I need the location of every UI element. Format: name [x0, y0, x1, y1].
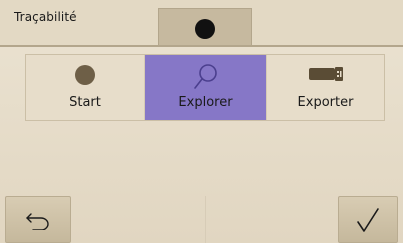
record-button[interactable] [158, 8, 252, 46]
tab-exporter[interactable]: Exporter [266, 55, 384, 120]
checkmark-icon [356, 207, 380, 233]
header-divider [0, 45, 403, 47]
usb-drive-icon [308, 67, 343, 81]
start-circle-icon [75, 65, 95, 85]
tab-bar: Start Explorer Exporter [25, 54, 385, 121]
footer-divider [205, 196, 206, 243]
back-button[interactable] [5, 196, 71, 243]
app-window: Traçabilité Start Explorer Exporter [0, 0, 403, 243]
tab-explorer[interactable]: Explorer [145, 55, 266, 120]
tab-start-label: Start [69, 95, 101, 110]
header-bar: Traçabilité [0, 0, 403, 46]
tab-start[interactable]: Start [26, 55, 145, 120]
undo-arrow-icon [25, 210, 51, 230]
tab-explorer-label: Explorer [178, 95, 233, 110]
search-icon [193, 63, 219, 91]
tab-exporter-label: Exporter [297, 95, 354, 110]
page-title: Traçabilité [14, 10, 77, 24]
confirm-button[interactable] [338, 196, 398, 243]
record-dot-icon [195, 19, 215, 39]
